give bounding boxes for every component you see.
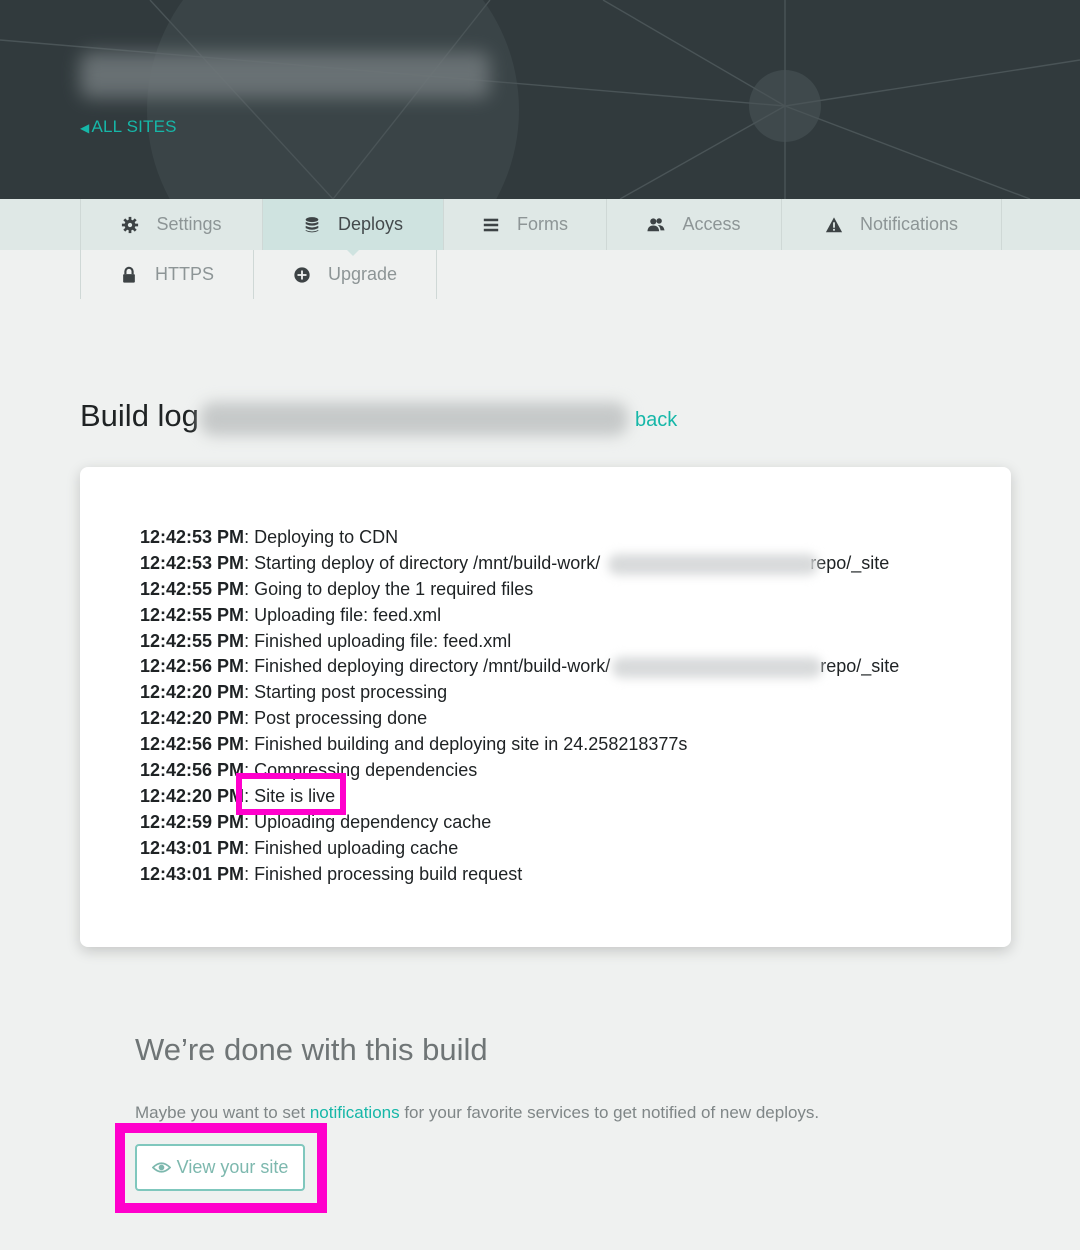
plus-circle-icon — [294, 266, 310, 283]
log-line: 12:42:20 PM: Starting post processing — [140, 680, 1000, 706]
log-line: 12:43:01 PM: Finished uploading cache — [140, 836, 1000, 862]
users-icon — [647, 217, 666, 231]
tab-https[interactable]: HTTPS — [80, 250, 254, 299]
log-timestamp: 12:42:20 PM — [140, 708, 245, 729]
log-line: 12:42:53 PM: Deploying to CDN — [140, 525, 1000, 551]
log-line: 12:42:53 PM: Starting deploy of director… — [140, 551, 1000, 577]
done-title: We’re done with this build — [135, 1032, 488, 1067]
log-message: : Finished deploying directory /mnt/buil… — [244, 656, 611, 677]
log-message: : Post processing done — [244, 708, 428, 729]
back-link[interactable]: back — [635, 409, 677, 432]
log-line: 12:42:56 PM: Finished deploying director… — [140, 654, 1000, 680]
tab-forms[interactable]: Forms — [444, 199, 607, 250]
view-site-button[interactable]: View your site — [135, 1144, 305, 1191]
log-timestamp: 12:43:01 PM — [140, 837, 245, 858]
lock-icon — [123, 266, 135, 283]
caret-left-icon: ◀ — [80, 121, 90, 135]
log-timestamp: 12:42:56 PM — [140, 734, 245, 755]
build-id-blurred — [200, 402, 628, 436]
log-message: : Finished uploading file: feed.xml — [244, 630, 512, 651]
log-timestamp: 12:42:56 PM — [140, 656, 245, 677]
build-log-title: Build log — [80, 398, 199, 433]
eye-icon — [151, 1162, 171, 1173]
tab-deploys[interactable]: Deploys — [263, 199, 444, 256]
log-message: : Finished uploading cache — [244, 837, 459, 858]
site-name-blurred — [80, 52, 490, 98]
highlight-site-is-live — [236, 773, 346, 815]
done-message: Maybe you want to set notifications for … — [135, 1103, 820, 1122]
log-timestamp: 12:42:20 PM — [140, 785, 245, 806]
notifications-link[interactable]: notifications — [310, 1103, 400, 1122]
warning-icon — [825, 216, 843, 232]
log-timestamp: 12:42:55 PM — [140, 604, 245, 625]
log-message: : Starting post processing — [244, 682, 448, 703]
tab-settings[interactable]: Settings — [80, 199, 263, 250]
log-message: : Finished processing build request — [244, 863, 523, 884]
path-blurred — [612, 657, 822, 679]
log-message: : Starting deploy of directory /mnt/buil… — [244, 552, 601, 573]
log-message: : Going to deploy the 1 required files — [244, 578, 534, 599]
site-header: ◀ ALL SITES — [0, 0, 1080, 199]
log-line: 12:42:55 PM: Going to deploy the 1 requi… — [140, 577, 1000, 603]
tab-notifications[interactable]: Notifications — [782, 199, 1002, 250]
log-timestamp: 12:43:01 PM — [140, 863, 245, 884]
path-blurred — [608, 553, 818, 575]
header-network-graphic — [0, 0, 1080, 199]
log-line: 12:42:56 PM: Finished building and deplo… — [140, 732, 1000, 758]
log-line: 12:42:55 PM: Finished uploading file: fe… — [140, 629, 1000, 655]
log-timestamp: 12:42:59 PM — [140, 811, 245, 832]
log-message: : Deploying to CDN — [244, 527, 399, 547]
log-line: 12:42:20 PM: Post processing done — [140, 706, 1000, 732]
tab-upgrade[interactable]: Upgrade — [254, 250, 437, 299]
all-sites-link[interactable]: ◀ ALL SITES — [80, 117, 177, 137]
log-message: : Uploading file: feed.xml — [244, 604, 442, 625]
tab-access[interactable]: Access — [607, 199, 782, 250]
log-timestamp: 12:42:56 PM — [140, 760, 245, 781]
log-timestamp: 12:42:53 PM — [140, 552, 245, 573]
log-timestamp: 12:42:20 PM — [140, 682, 245, 703]
build-log-lines: 12:42:53 PM: Deploying to CDN 12:42:53 PM… — [140, 525, 1000, 887]
log-line: 12:42:55 PM: Uploading file: feed.xml — [140, 603, 1000, 629]
log-timestamp: 12:42:53 PM — [140, 527, 245, 547]
log-timestamp: 12:42:55 PM — [140, 630, 245, 651]
log-message-end: repo/_site — [810, 552, 890, 573]
log-message: : Finished building and deploying site i… — [244, 734, 688, 755]
log-message-end: repo/_site — [820, 656, 900, 677]
gear-icon — [122, 216, 139, 233]
log-line: 12:43:01 PM: Finished processing build r… — [140, 862, 1000, 888]
list-icon — [483, 218, 499, 231]
log-timestamp: 12:42:55 PM — [140, 578, 245, 599]
database-icon — [305, 216, 319, 232]
